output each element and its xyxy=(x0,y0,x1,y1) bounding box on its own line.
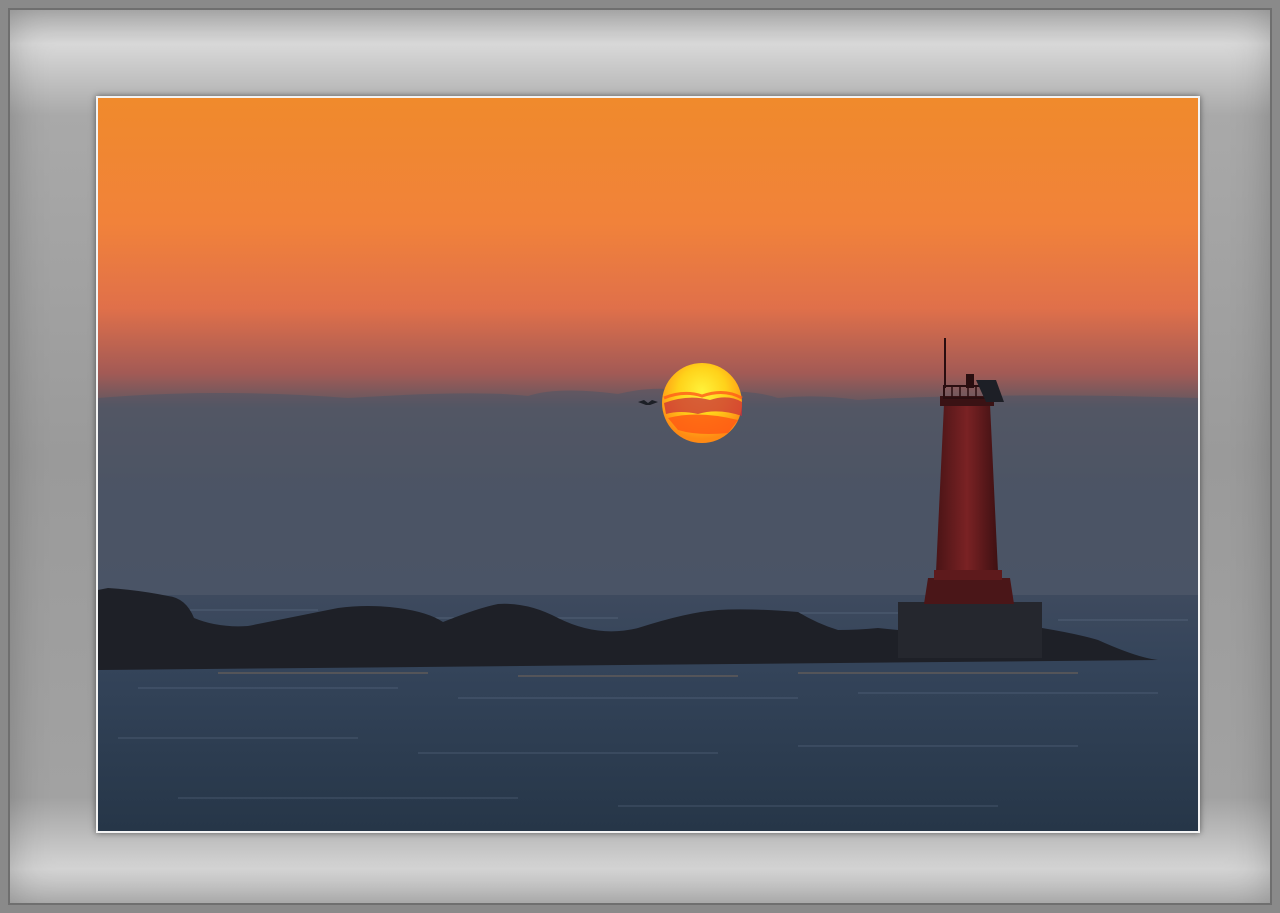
sun xyxy=(662,363,743,443)
sunset-scene xyxy=(98,98,1198,831)
sunset-photo xyxy=(96,96,1200,833)
cloud-bank xyxy=(98,388,1198,598)
picture-frame xyxy=(0,0,1280,913)
